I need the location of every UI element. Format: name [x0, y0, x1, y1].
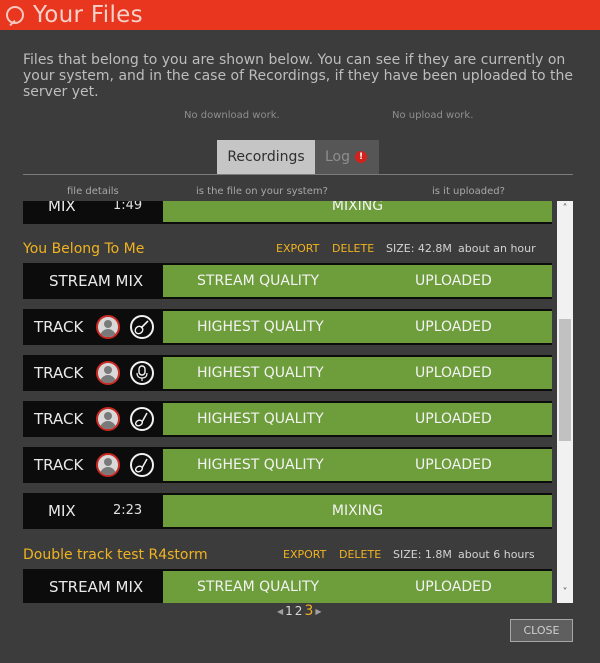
- row-label: MIX: [48, 201, 76, 215]
- row-label: STREAM MIX: [49, 578, 144, 596]
- track-row: TRACK HIGHEST QUALITY UPLOADED: [23, 401, 552, 437]
- status-bar: HIGHEST QUALITY UPLOADED: [163, 449, 552, 481]
- row-label: MIX: [48, 502, 76, 520]
- mix-duration: 1:49: [113, 201, 143, 213]
- avatar: [96, 315, 120, 339]
- upload-label: UPLOADED: [415, 457, 492, 473]
- upload-label: UPLOADED: [415, 319, 492, 335]
- mix-status-label: MIXING: [331, 503, 384, 519]
- row-label: TRACK: [34, 364, 84, 382]
- title-bar: Your Files: [0, 0, 600, 30]
- mix-status: MIXING: [163, 201, 552, 222]
- recording-header: You Belong To Me EXPORT DELETE SIZE: 42.…: [23, 239, 558, 275]
- scroll-down-icon[interactable]: ˅: [561, 588, 569, 598]
- alert-icon: !: [355, 151, 368, 163]
- upload-label: UPLOADED: [415, 273, 492, 289]
- music-note-icon: [130, 453, 154, 477]
- search-icon: [6, 6, 24, 24]
- mix-status: MIXING: [163, 495, 552, 527]
- microphone-icon: [130, 361, 154, 385]
- intro-text: Files that belong to you are shown below…: [23, 52, 573, 100]
- quality-label: STREAM QUALITY: [197, 273, 319, 289]
- track-row: TRACK HIGHEST QUALITY UPLOADED: [23, 355, 552, 391]
- pagination: ◀ 1 2 3 ▶: [276, 603, 323, 619]
- prev-page-icon[interactable]: ◀: [277, 607, 283, 616]
- quality-label: HIGHEST QUALITY: [197, 411, 324, 427]
- status-bar: STREAM QUALITY UPLOADED: [163, 571, 552, 603]
- upload-status: No upload work.: [392, 110, 474, 121]
- mix-duration: 2:23: [113, 503, 143, 518]
- recording-size: SIZE: 42.8M: [386, 242, 452, 255]
- quality-label: HIGHEST QUALITY: [197, 457, 324, 473]
- files-list[interactable]: MIX 1:49 MIXING You Belong To Me EXPORT …: [23, 201, 573, 603]
- upload-label: UPLOADED: [415, 579, 492, 595]
- window-title: Your Files: [33, 2, 143, 28]
- scroll-up-icon[interactable]: ˄: [561, 204, 569, 214]
- page-link[interactable]: 2: [295, 604, 303, 618]
- recording-name: Double track test R4storm: [23, 547, 208, 563]
- mix-row: MIX 1:49 MIXING: [23, 201, 552, 224]
- export-link[interactable]: EXPORT: [283, 545, 326, 565]
- status-bar: HIGHEST QUALITY UPLOADED: [163, 357, 552, 389]
- scrollbar-thumb[interactable]: [559, 319, 571, 441]
- track-row: TRACK HIGHEST QUALITY UPLOADED: [23, 309, 552, 345]
- delete-link[interactable]: DELETE: [332, 239, 374, 259]
- stream-mix-row: STREAM MIX STREAM QUALITY UPLOADED: [23, 569, 552, 603]
- status-bar: STREAM QUALITY UPLOADED: [163, 265, 552, 297]
- mix-row: MIX 2:23 MIXING: [23, 493, 552, 529]
- quality-label: HIGHEST QUALITY: [197, 365, 324, 381]
- tab-log[interactable]: Log !: [315, 140, 379, 174]
- status-bar: HIGHEST QUALITY UPLOADED: [163, 403, 552, 435]
- guitar-icon: [130, 315, 154, 339]
- column-header-uploaded: is it uploaded?: [432, 186, 505, 197]
- close-button[interactable]: CLOSE: [510, 619, 573, 642]
- divider: [23, 174, 573, 175]
- quality-label: HIGHEST QUALITY: [197, 319, 324, 335]
- tab-log-label: Log: [325, 149, 351, 165]
- export-link[interactable]: EXPORT: [276, 239, 319, 259]
- status-bar: HIGHEST QUALITY UPLOADED: [163, 311, 552, 343]
- page-link[interactable]: 1: [285, 604, 293, 618]
- delete-link[interactable]: DELETE: [339, 545, 381, 565]
- row-label: TRACK: [34, 318, 84, 336]
- column-header-details: file details: [67, 186, 119, 197]
- row-label: TRACK: [34, 410, 84, 428]
- recording-header: Double track test R4storm EXPORT DELETE …: [23, 545, 558, 581]
- upload-label: UPLOADED: [415, 411, 492, 427]
- row-label: STREAM MIX: [49, 272, 144, 290]
- avatar: [96, 361, 120, 385]
- recording-name: You Belong To Me: [23, 241, 145, 257]
- track-row: TRACK HIGHEST QUALITY UPLOADED: [23, 447, 552, 483]
- mix-status-label: MIXING: [331, 201, 384, 214]
- tab-bar: Recordings Log !: [217, 140, 379, 174]
- page-current[interactable]: 3: [304, 603, 313, 619]
- upload-label: UPLOADED: [415, 365, 492, 381]
- scrollbar[interactable]: ˄ ˅: [557, 201, 573, 603]
- music-note-icon: [130, 407, 154, 431]
- next-page-icon[interactable]: ▶: [315, 607, 321, 616]
- tab-recordings[interactable]: Recordings: [217, 140, 315, 174]
- avatar: [96, 453, 120, 477]
- avatar: [96, 407, 120, 431]
- column-header-on-system: is the file on your system?: [196, 186, 328, 197]
- quality-label: STREAM QUALITY: [197, 579, 319, 595]
- stream-mix-row: STREAM MIX STREAM QUALITY UPLOADED: [23, 263, 552, 299]
- recording-size: SIZE: 1.8M: [393, 548, 452, 561]
- row-label: TRACK: [34, 456, 84, 474]
- download-status: No download work.: [184, 110, 280, 121]
